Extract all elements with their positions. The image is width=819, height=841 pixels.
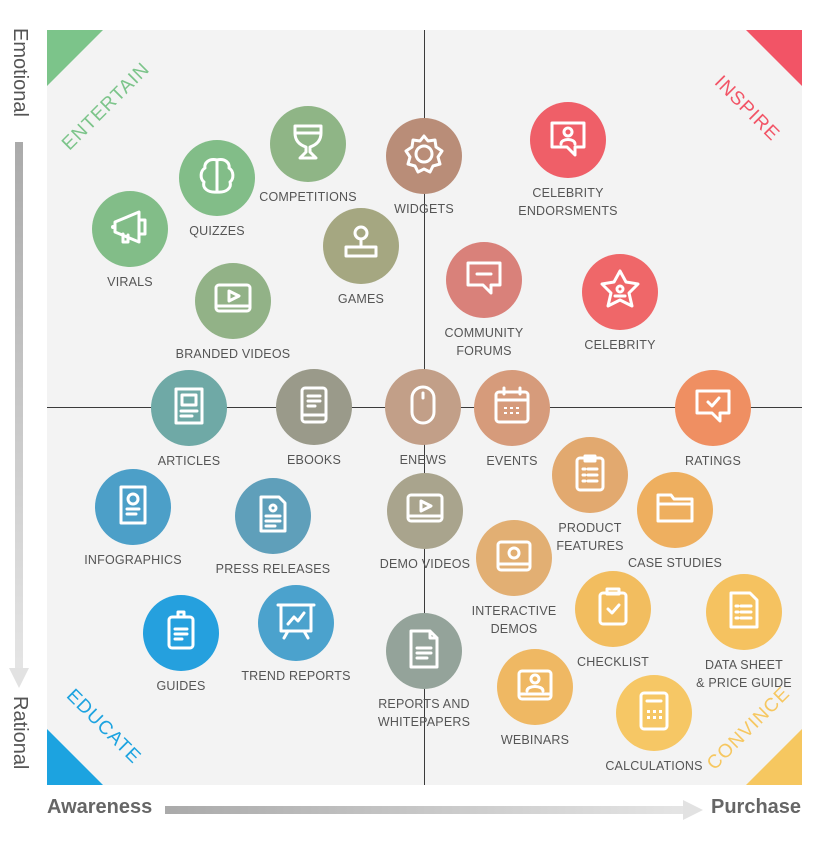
branded-videos-circle [195,263,271,339]
widgets-label: WIDGETS [394,202,454,216]
check-bubble-icon [688,381,738,436]
corner-triangle-entertain [47,30,103,86]
ebooks-circle [276,369,352,445]
y-axis-arrowhead [9,668,29,688]
node-branded-videos: BRANDED VIDEOS [153,263,313,363]
competitions-circle [270,106,346,182]
celebrity-endorsments-circle [530,102,606,178]
press-releases-circle [235,478,311,554]
monitor-person-icon [510,660,560,715]
guide-icon [156,606,206,661]
folder-icon [650,483,700,538]
articles-circle [151,370,227,446]
y-axis-arrow [15,142,23,672]
infographics-label: INFOGRAPHICS [84,553,182,567]
video-play-icon [208,274,258,329]
trophy-icon [283,117,333,172]
joystick-icon [336,219,386,274]
article-icon [164,381,214,436]
events-circle [474,370,550,446]
ebook-icon [289,380,339,435]
reports-whitepapers-circle [386,613,462,689]
node-widgets: WIDGETS [344,118,504,218]
trend-reports-circle [258,585,334,661]
case-studies-circle [637,472,713,548]
chat-bubble-icon [459,253,509,308]
y-axis-top-label: Emotional [9,28,31,117]
celebrity-label: CELEBRITY [584,338,656,352]
corner-triangle-inspire [746,30,802,86]
node-calculations: CALCULATIONS [574,675,734,775]
node-press-releases: PRESS RELEASES [193,478,353,578]
calculator-icon [629,686,679,741]
matrix-panel: ENTERTAIN INSPIRE EDUCATE CONVINCE VIRAL… [47,30,802,785]
infographic-icon [108,480,158,535]
celebrity-endorsments-label: CELEBRITY ENDORSMENTS [518,186,618,218]
document-list-icon [719,585,769,640]
guides-circle [143,595,219,671]
node-celebrity: CELEBRITY [540,254,700,354]
person-speech-icon [543,113,593,168]
community-forums-circle [446,242,522,318]
x-axis-arrowhead [683,800,703,820]
data-sheet-circle [706,574,782,650]
star-person-icon [595,265,645,320]
games-circle [323,208,399,284]
case-studies-label: CASE STUDIES [627,556,723,570]
quizzes-label: QUIZZES [189,224,245,238]
x-axis-left-label: Awareness [47,796,153,818]
gear-icon [399,129,449,184]
widgets-circle [386,118,462,194]
branded-videos-label: BRANDED VIDEOS [175,347,291,361]
monitor-circle-icon [489,531,539,586]
webinars-circle [497,649,573,725]
press-releases-label: PRESS RELEASES [215,562,331,576]
node-celebrity-endorsments: CELEBRITY ENDORSMENTS [488,102,648,220]
ratings-circle [675,370,751,446]
y-axis-bottom-label: Rational [9,696,31,770]
calculations-label: CALCULATIONS [605,759,703,773]
checklist-circle [575,571,651,647]
infographics-circle [95,469,171,545]
calendar-icon [487,381,537,436]
x-axis-right-label: Purchase [711,796,802,818]
presentation-chart-icon [271,596,321,651]
press-document-icon [248,489,298,544]
calculations-circle [616,675,692,751]
node-infographics: INFOGRAPHICS [53,469,213,569]
node-case-studies: CASE STUDIES [595,472,755,572]
corner-triangle-educate [47,729,103,785]
clipboard-check-icon [588,582,638,637]
x-axis-arrow [165,806,685,814]
document-icon [399,624,449,679]
celebrity-circle [582,254,658,330]
